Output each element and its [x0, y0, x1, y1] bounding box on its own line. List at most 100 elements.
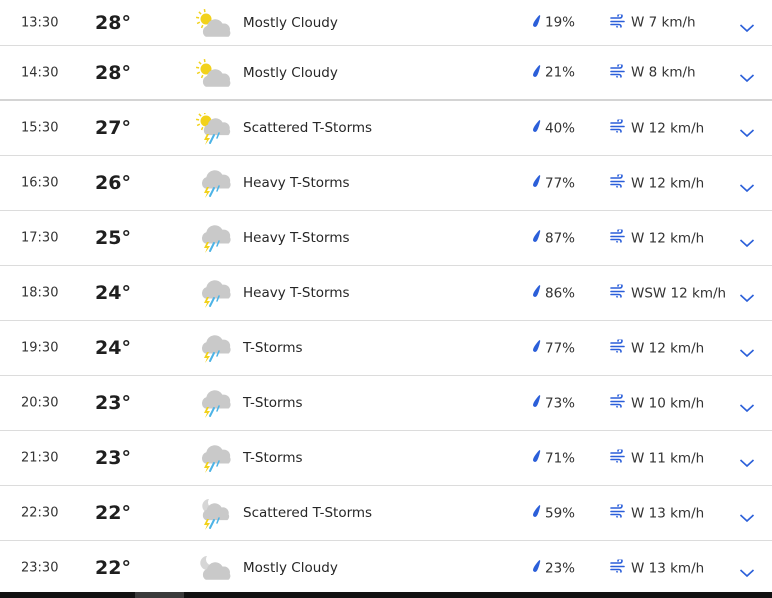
precipitation: 19%	[532, 14, 575, 31]
wind-value: W 11 km/h	[631, 450, 705, 466]
precipitation-value: 77%	[545, 340, 576, 356]
wind-value: W 12 km/h	[631, 120, 705, 136]
hour-temperature: 22°	[95, 502, 131, 524]
hourly-row[interactable]: 23:30 22° Mostly Cloudy 23% W 13 km/h	[0, 541, 772, 596]
precipitation-value: 86%	[545, 285, 576, 301]
wind-icon	[610, 283, 626, 302]
tstorms-icon	[195, 333, 231, 363]
precipitation-value: 40%	[545, 120, 576, 136]
partly-cloudy-day-icon	[195, 58, 231, 88]
wind: W 7 km/h	[610, 12, 696, 31]
chevron-down-icon[interactable]	[739, 343, 755, 358]
tstorms-icon	[195, 223, 231, 253]
taskbar	[0, 592, 772, 598]
scattered-tstorms-night-icon	[195, 498, 231, 530]
wind-value: W 12 km/h	[631, 340, 705, 356]
hour-condition: Heavy T-Storms	[243, 285, 350, 301]
hourly-row[interactable]: 19:30 24° T-Storms 77% W 12 km/h	[0, 321, 772, 376]
wind: W 12 km/h	[610, 338, 705, 357]
hour-temperature: 28°	[95, 11, 131, 34]
hour-temperature: 23°	[95, 392, 131, 414]
raindrop-icon	[532, 285, 541, 302]
hour-time: 15:30	[21, 120, 59, 136]
raindrop-icon	[532, 175, 541, 192]
hour-condition: Scattered T-Storms	[243, 505, 373, 521]
raindrop-icon	[532, 64, 541, 81]
chevron-down-icon[interactable]	[739, 453, 755, 468]
precipitation-value: 23%	[545, 560, 576, 576]
wind: W 12 km/h	[610, 118, 705, 137]
precipitation: 87%	[532, 230, 575, 247]
raindrop-icon	[532, 450, 541, 467]
hour-condition: T-Storms	[243, 340, 303, 356]
precipitation-value: 21%	[545, 64, 576, 81]
hourly-row[interactable]: 16:30 26° Heavy T-Storms 77% W 12 km/h	[0, 156, 772, 211]
precipitation-value: 59%	[545, 505, 576, 521]
scattered-tstorms-day-icon	[195, 110, 231, 145]
wind-value: W 7 km/h	[631, 14, 696, 31]
partly-cloudy-day-icon	[195, 8, 231, 38]
raindrop-icon	[532, 560, 541, 577]
taskbar-active-item[interactable]	[135, 592, 184, 598]
wind-icon	[610, 62, 626, 81]
wind-value: WSW 12 km/h	[631, 285, 727, 301]
hourly-row[interactable]: 21:30 23° T-Storms 71% W 11 km/h	[0, 431, 772, 486]
wind-value: W 13 km/h	[631, 560, 705, 576]
hourly-row[interactable]: 20:30 23° T-Storms 73% W 10 km/h	[0, 376, 772, 431]
chevron-down-icon[interactable]	[739, 18, 755, 32]
hour-condition: Mostly Cloudy	[243, 560, 338, 576]
precipitation: 71%	[532, 450, 575, 467]
hourly-row[interactable]: 13:30 28° Mostly Cloudy 19% W 7 km/h	[0, 0, 772, 46]
precipitation: 59%	[532, 505, 575, 522]
hour-condition: Heavy T-Storms	[243, 175, 350, 191]
hour-time: 17:30	[21, 230, 59, 246]
hour-time: 23:30	[21, 560, 59, 576]
raindrop-icon	[532, 120, 541, 137]
raindrop-icon	[532, 340, 541, 357]
hour-time: 14:30	[21, 65, 59, 80]
hourly-row[interactable]: 15:30 27° Scattered T-Storms 40% W 12 km…	[0, 101, 772, 156]
hour-temperature: 24°	[95, 282, 131, 304]
hourly-row[interactable]: 18:30 24° Heavy T-Storms 86% WSW 12 km/h	[0, 266, 772, 321]
precipitation-value: 77%	[545, 175, 576, 191]
hour-temperature: 23°	[95, 447, 131, 469]
chevron-down-icon[interactable]	[739, 233, 755, 248]
wind: W 10 km/h	[610, 393, 705, 412]
wind-icon	[610, 393, 626, 412]
tstorms-icon	[195, 278, 231, 308]
chevron-down-icon[interactable]	[739, 508, 755, 523]
wind: W 12 km/h	[610, 173, 705, 192]
wind: W 11 km/h	[610, 448, 705, 467]
hour-time: 16:30	[21, 175, 59, 191]
chevron-down-icon[interactable]	[739, 178, 755, 193]
hourly-row[interactable]: 22:30 22° Scattered T-Storms 59% W 13 km…	[0, 486, 772, 541]
wind: WSW 12 km/h	[610, 283, 727, 302]
hourly-row[interactable]: 14:30 28° Mostly Cloudy 21% W 8 km/h	[0, 46, 772, 101]
hour-time: 18:30	[21, 285, 59, 301]
chevron-down-icon[interactable]	[739, 68, 755, 82]
wind: W 13 km/h	[610, 558, 705, 577]
raindrop-icon	[532, 14, 541, 31]
wind-icon	[610, 338, 626, 357]
precipitation: 23%	[532, 560, 575, 577]
precipitation-value: 71%	[545, 450, 576, 466]
precipitation: 86%	[532, 285, 575, 302]
hour-temperature: 24°	[95, 337, 131, 359]
tstorms-icon	[195, 443, 231, 473]
wind-value: W 12 km/h	[631, 175, 705, 191]
hour-condition: Scattered T-Storms	[243, 120, 373, 136]
hour-time: 19:30	[21, 340, 59, 356]
precipitation: 73%	[532, 395, 575, 412]
chevron-down-icon[interactable]	[739, 398, 755, 413]
hourly-row[interactable]: 17:30 25° Heavy T-Storms 87% W 12 km/h	[0, 211, 772, 266]
wind-icon	[610, 558, 626, 577]
chevron-down-icon[interactable]	[739, 563, 755, 578]
wind-value: W 8 km/h	[631, 64, 696, 81]
hourly-forecast-list: 13:30 28° Mostly Cloudy 19% W 7 km/h 14:…	[0, 0, 772, 596]
wind-value: W 10 km/h	[631, 395, 705, 411]
raindrop-icon	[532, 505, 541, 522]
wind-icon	[610, 503, 626, 522]
chevron-down-icon[interactable]	[739, 288, 755, 303]
chevron-down-icon[interactable]	[739, 123, 755, 138]
hour-temperature: 25°	[95, 227, 131, 249]
